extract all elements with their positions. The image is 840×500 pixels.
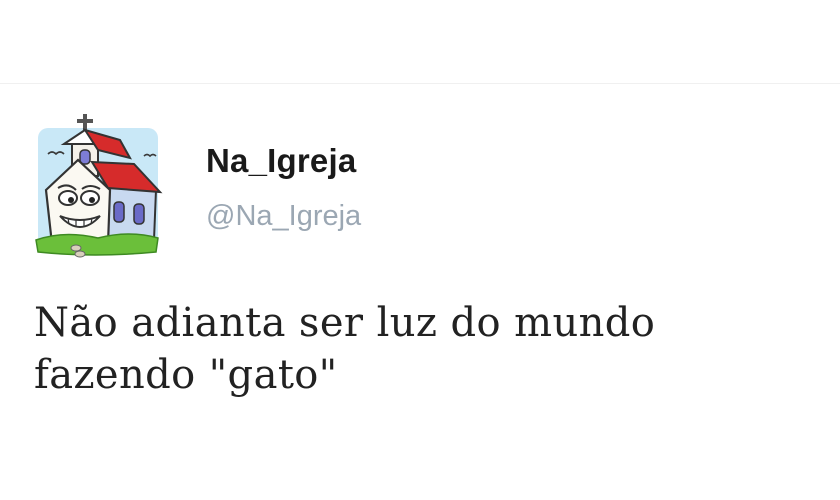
display-name[interactable]: Na_Igreja: [206, 142, 356, 180]
user-handle[interactable]: @Na_Igreja: [206, 200, 361, 233]
tweet-text: Não adianta ser luz do mundo fazendo "ga…: [34, 297, 814, 401]
tweet-text-line-2: fazendo "gato": [34, 352, 338, 398]
tweet-card: Na_Igreja @Na_Igreja Não adianta ser luz…: [0, 84, 840, 500]
tweet-text-line-1: Não adianta ser luz do mundo: [34, 300, 656, 346]
cartoon-church-icon: [35, 114, 163, 258]
avatar[interactable]: [34, 112, 164, 260]
